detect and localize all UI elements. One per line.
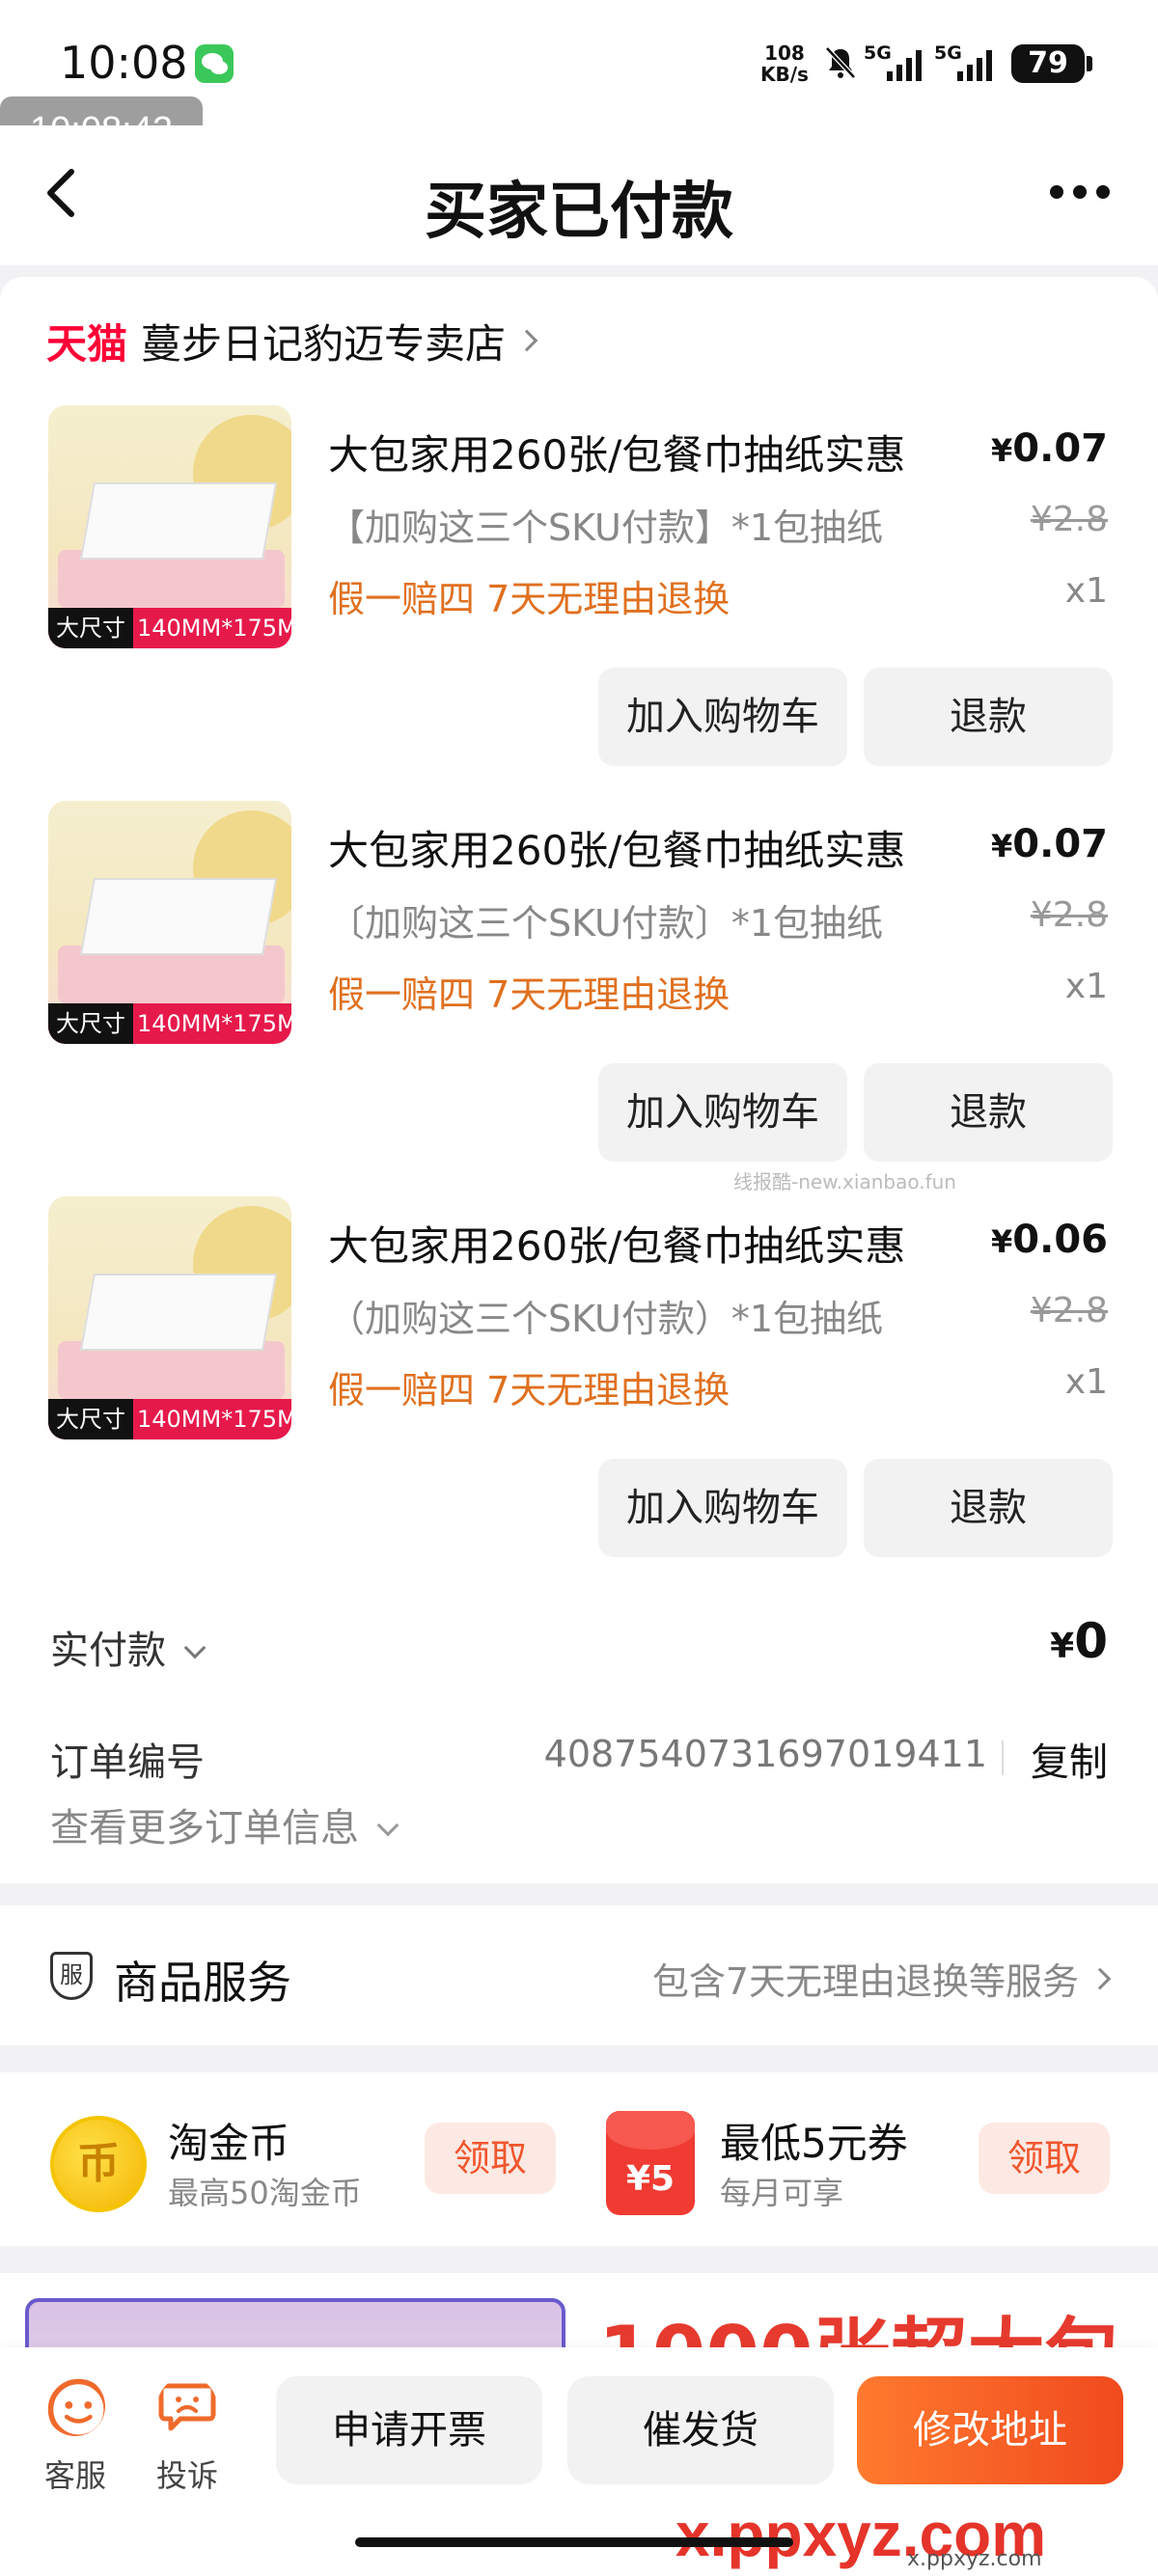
customer-service-label: 客服 <box>43 2457 106 2494</box>
coupon-title: 最低5元券 <box>720 2120 908 2167</box>
shield-icon: 服 <box>50 1952 93 2000</box>
coin-title: 淘金币 <box>168 2120 290 2167</box>
coupon-subtitle: 每月可享 <box>720 2175 844 2211</box>
coin-subtitle: 最高50淘金币 <box>168 2175 362 2211</box>
thumb-tag: 大尺寸 <box>48 608 133 648</box>
item-promo: 假一赔四 7天无理由退换 <box>328 973 731 1016</box>
shop-name: 蔓步日记豹迈专卖店 <box>141 319 507 368</box>
order-number-label: 订单编号 <box>50 1740 205 1785</box>
tmall-logo: 天猫 <box>46 319 128 368</box>
urge-shipping-button[interactable]: 催发货 <box>567 2376 834 2484</box>
copy-order-number-button[interactable]: 复制 <box>1031 1731 1108 1787</box>
item-price: ¥0.07 <box>991 426 1108 471</box>
status-time: 10:08 <box>60 37 188 89</box>
chevron-right-icon <box>515 329 538 352</box>
add-to-cart-button[interactable]: 加入购物车 <box>598 1063 847 1162</box>
thumb-tag: 大尺寸 <box>48 1003 133 1044</box>
red-envelope-icon: ¥5 <box>606 2111 695 2215</box>
chevron-right-icon <box>1089 1967 1112 1989</box>
service-desc: 包含7天无理由退换等服务 <box>652 1952 1112 2005</box>
thumb-caption: 140MM*175MM <box>137 1406 291 1433</box>
more-options-icon[interactable] <box>1050 185 1117 205</box>
signal-strength-icon-2: 5G <box>934 42 1002 81</box>
item-spec: （加购这三个SKU付款）*1包抽纸 <box>328 1298 884 1340</box>
battery-icon: 79 <box>1011 44 1085 83</box>
network-speed-value: 108 <box>764 41 805 65</box>
complaint-label: 投诉 <box>155 2457 218 2494</box>
page-title: 买家已付款 <box>425 177 733 248</box>
shop-row[interactable]: 天猫 蔓步日记豹迈专卖店 <box>46 314 538 368</box>
item-quantity: x1 <box>1064 1362 1108 1402</box>
site-watermark-small: x.ppxyz.com <box>907 2547 1042 2571</box>
home-indicator[interactable] <box>355 2537 793 2547</box>
chevron-down-icon <box>376 1814 400 1837</box>
network-speed-unit: KB/s <box>760 63 809 86</box>
refund-button[interactable]: 退款 <box>864 1459 1113 1557</box>
refund-button[interactable]: 退款 <box>864 668 1113 766</box>
battery-tip <box>1087 56 1092 71</box>
item-spec: 〔加购这三个SKU付款〕*1包抽纸 <box>328 902 884 945</box>
order-number-row: 订单编号 4087540731697019411 复制 <box>50 1729 1108 1787</box>
gold-coin-icon: 币 <box>50 2116 147 2212</box>
paid-row[interactable]: 实付款 ¥0 <box>50 1613 1108 1681</box>
thumb-caption: 140MM*175MM <box>137 615 291 642</box>
product-thumbnail[interactable]: 大尺寸140MM*175MM <box>48 405 291 648</box>
thumb-tag: 大尺寸 <box>48 1399 133 1439</box>
refund-button[interactable]: 退款 <box>864 1063 1113 1162</box>
add-to-cart-button[interactable]: 加入购物车 <box>598 1459 847 1557</box>
chevron-down-icon <box>183 1636 207 1659</box>
item-original-price: ¥2.8 <box>1030 895 1108 935</box>
item-promo: 假一赔四 7天无理由退换 <box>328 578 731 620</box>
item-title[interactable]: 大包家用260张/包餐巾抽纸实惠 <box>328 1214 905 1273</box>
mute-bell-icon <box>825 46 856 79</box>
nav-bar: 买家已付款 <box>0 125 1158 265</box>
order-item: 大尺寸140MM*175MM 大包家用260张/包餐巾抽纸实惠 〔加购这三个SK… <box>0 801 1158 1187</box>
item-price: ¥0.07 <box>991 822 1108 866</box>
item-original-price: ¥2.8 <box>1030 500 1108 539</box>
signal-strength-icon-1: 5G <box>864 42 931 81</box>
order-card: 天猫 蔓步日记豹迈专卖店 大尺寸140MM*175MM 大包家用260张/包餐巾… <box>0 277 1158 1883</box>
product-thumbnail[interactable]: 大尺寸140MM*175MM <box>48 1196 291 1439</box>
request-invoice-button[interactable]: 申请开票 <box>276 2376 542 2484</box>
watermark-text: 线报酷-new.xianbao.fun <box>733 1170 956 1193</box>
item-title[interactable]: 大包家用260张/包餐巾抽纸实惠 <box>328 423 905 481</box>
item-price: ¥0.06 <box>991 1218 1108 1262</box>
order-item: 大尺寸140MM*175MM 大包家用260张/包餐巾抽纸实惠 【加购这三个SK… <box>0 405 1158 791</box>
service-card[interactable]: 服 商品服务 包含7天无理由退换等服务 <box>0 1905 1158 2045</box>
order-number-value: 4087540731697019411 <box>543 1733 987 1775</box>
paid-amount: ¥0 <box>1050 1613 1108 1669</box>
rewards-card: 币 淘金币 最高50淘金币 领取 ¥5 最低5元券 每月可享 领取 <box>0 2072 1158 2246</box>
item-spec: 【加购这三个SKU付款】*1包抽纸 <box>328 507 884 549</box>
smiley-icon <box>47 2378 109 2440</box>
claim-coin-button[interactable]: 领取 <box>425 2123 556 2194</box>
service-title: 商品服务 <box>114 1957 291 2009</box>
item-title[interactable]: 大包家用260张/包餐巾抽纸实惠 <box>328 818 905 877</box>
change-address-button[interactable]: 修改地址 <box>857 2376 1123 2484</box>
product-thumbnail[interactable]: 大尺寸140MM*175MM <box>48 801 291 1044</box>
thumb-caption: 140MM*175MM <box>137 1010 291 1037</box>
more-order-info-link[interactable]: 查看更多订单信息 <box>50 1796 400 1852</box>
add-to-cart-button[interactable]: 加入购物车 <box>598 668 847 766</box>
order-item: 大尺寸140MM*175MM 大包家用260张/包餐巾抽纸实惠 （加购这三个SK… <box>0 1196 1158 1582</box>
paid-label: 实付款 <box>50 1619 207 1675</box>
complaint-icon <box>158 2383 216 2431</box>
item-original-price: ¥2.8 <box>1030 1291 1108 1330</box>
complaint-button[interactable]: 投诉 <box>149 2376 226 2502</box>
claim-coupon-button[interactable]: 领取 <box>979 2123 1110 2194</box>
item-promo: 假一赔四 7天无理由退换 <box>328 1369 731 1411</box>
item-quantity: x1 <box>1064 571 1108 611</box>
customer-service-button[interactable]: 客服 <box>37 2376 114 2502</box>
divider <box>1002 1740 1004 1775</box>
item-quantity: x1 <box>1064 967 1108 1006</box>
network-speed: 108 KB/s <box>760 42 809 85</box>
wechat-notification-icon <box>195 44 234 83</box>
